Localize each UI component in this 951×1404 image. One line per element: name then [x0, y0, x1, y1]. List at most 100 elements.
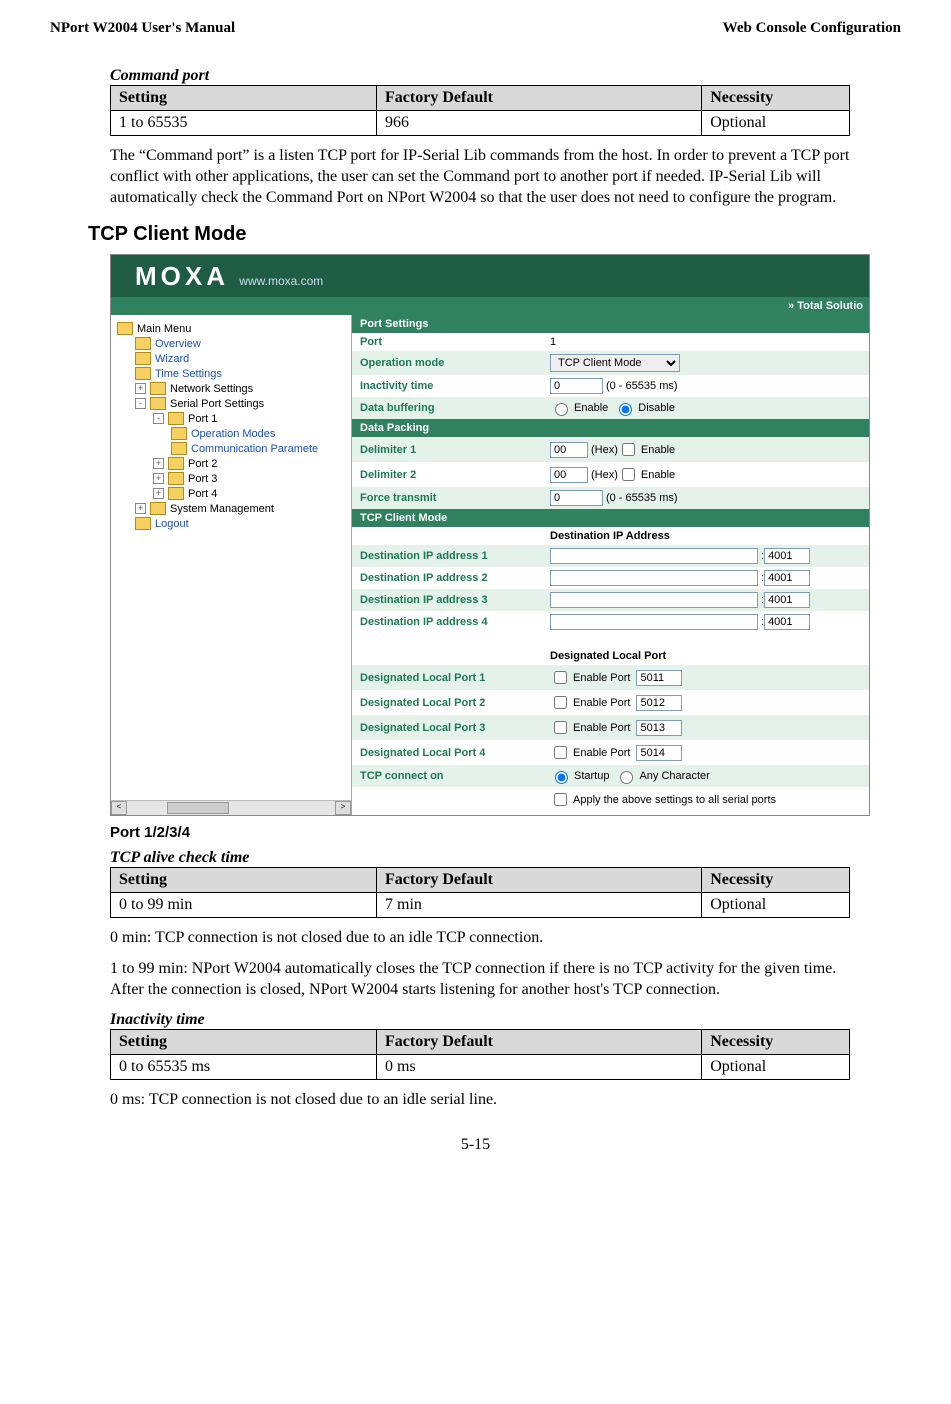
tree-overview[interactable]: Overview [135, 336, 347, 351]
dest-ip-3-row: Destination IP address 3: [352, 589, 869, 611]
header-right: Web Console Configuration [723, 20, 901, 37]
delimiter2-enable[interactable]: Enable [618, 465, 675, 484]
delimiter2-row: Delimiter 2 (Hex) Enable [352, 462, 869, 487]
local-port-1-enable[interactable]: Enable Port [550, 668, 630, 687]
dest-ip-3-input[interactable] [550, 592, 758, 608]
expand-icon[interactable]: + [153, 488, 164, 499]
cmdport-default: 966 [377, 111, 702, 136]
inact-th-default: Factory Default [377, 1029, 702, 1054]
local-port-1-input[interactable] [636, 670, 682, 686]
tree-scrollbar[interactable]: < > [111, 800, 351, 815]
operation-mode-select[interactable]: TCP Client Mode [550, 354, 680, 372]
local-port-3-input[interactable] [636, 720, 682, 736]
inact-th-necessity: Necessity [702, 1029, 850, 1054]
folder-icon [150, 397, 166, 410]
enable-radio[interactable]: Enable [550, 400, 608, 416]
scroll-right-icon[interactable]: > [335, 801, 351, 815]
local-port-4-input[interactable] [636, 745, 682, 761]
apply-all-checkbox[interactable]: Apply the above settings to all serial p… [550, 790, 776, 809]
dest-ip-1-input[interactable] [550, 548, 758, 564]
inact-default: 0 ms [377, 1054, 702, 1079]
page-number: 5-15 [50, 1136, 901, 1154]
dest-ip-2-row: Destination IP address 2: [352, 567, 869, 589]
tree-port4[interactable]: +Port 4 [153, 486, 347, 501]
folder-icon [168, 487, 184, 500]
local-port-4-row: Designated Local Port 4Enable Port [352, 740, 869, 765]
dest-port-4-input[interactable] [764, 614, 810, 630]
tree-operation-modes[interactable]: Operation Modes [171, 426, 347, 441]
collapse-icon[interactable]: - [135, 398, 146, 409]
expand-icon[interactable]: + [153, 458, 164, 469]
local-port-2-input[interactable] [636, 695, 682, 711]
dest-ip-2-input[interactable] [550, 570, 758, 586]
anychar-radio[interactable]: Any Character [615, 768, 709, 784]
cmdport-th-default: Factory Default [377, 86, 702, 111]
tcp-client-mode-header: TCP Client Mode [352, 509, 869, 527]
alive-text-1: 0 min: TCP connection is not closed due … [110, 928, 851, 949]
alive-necessity: Optional [702, 893, 850, 918]
inactivity-table: Setting Factory Default Necessity 0 to 6… [110, 1029, 850, 1080]
local-port-header-row: Designated Local Port [352, 647, 869, 665]
expand-icon[interactable]: + [135, 383, 146, 394]
alive-th-default: Factory Default [377, 868, 702, 893]
disable-radio[interactable]: Disable [614, 400, 675, 416]
cmdport-th-setting: Setting [111, 86, 377, 111]
alive-setting: 0 to 99 min [111, 893, 377, 918]
tree-main-menu[interactable]: Main Menu [117, 321, 347, 336]
dest-port-2-input[interactable] [764, 570, 810, 586]
cmdport-setting: 1 to 65535 [111, 111, 377, 136]
tree-serial-port-settings[interactable]: -Serial Port Settings [135, 396, 347, 411]
tree-network-settings[interactable]: +Network Settings [135, 381, 347, 396]
dest-port-3-input[interactable] [764, 592, 810, 608]
dest-ip-1-row: Destination IP address 1: [352, 545, 869, 567]
force-transmit-row: Force transmit (0 - 65535 ms) [352, 487, 869, 509]
scroll-thumb[interactable] [167, 802, 229, 814]
dest-ip-4-input[interactable] [550, 614, 758, 630]
tcp-alive-table: Setting Factory Default Necessity 0 to 9… [110, 867, 850, 918]
tree-wizard[interactable]: Wizard [135, 351, 347, 366]
inactivity-input[interactable] [550, 378, 603, 394]
moxa-logo: MOXA www.moxa.com [111, 255, 869, 292]
local-port-2-enable[interactable]: Enable Port [550, 693, 630, 712]
tree-port2[interactable]: +Port 2 [153, 456, 347, 471]
force-transmit-input[interactable] [550, 490, 603, 506]
expand-icon[interactable]: + [153, 473, 164, 484]
command-port-table: Setting Factory Default Necessity 1 to 6… [110, 85, 850, 136]
dest-port-1-input[interactable] [764, 548, 810, 564]
tree-comm-parameters[interactable]: Communication Paramete [171, 441, 347, 456]
inactivity-text: 0 ms: TCP connection is not closed due t… [110, 1090, 851, 1111]
startup-radio[interactable]: Startup [550, 768, 609, 784]
apply-all-row: Apply the above settings to all serial p… [352, 787, 869, 812]
dest-ip-4-row: Destination IP address 4: [352, 611, 869, 633]
alive-text-2: 1 to 99 min: NPort W2004 automatically c… [110, 959, 851, 1001]
tree-port1[interactable]: -Port 1 [153, 411, 347, 426]
tcp-client-mode-title: TCP Client Mode [88, 223, 901, 246]
expand-icon[interactable]: + [135, 503, 146, 514]
tree-time-settings[interactable]: Time Settings [135, 366, 347, 381]
delimiter2-input[interactable] [550, 467, 588, 483]
config-panel: Port Settings Port1 Operation mode TCP C… [352, 315, 869, 815]
local-port-3-row: Designated Local Port 3Enable Port [352, 715, 869, 740]
data-packing-header: Data Packing [352, 419, 869, 437]
delimiter1-input[interactable] [550, 442, 588, 458]
tree-logout[interactable]: Logout [135, 516, 347, 531]
folder-icon [135, 517, 151, 530]
local-port-3-enable[interactable]: Enable Port [550, 718, 630, 737]
delimiter1-enable[interactable]: Enable [618, 440, 675, 459]
page-header: NPort W2004 User's Manual Web Console Co… [50, 20, 901, 37]
local-port-2-row: Designated Local Port 2Enable Port [352, 690, 869, 715]
tree-system-management[interactable]: +System Management [135, 501, 347, 516]
collapse-icon[interactable]: - [153, 413, 164, 424]
tree-port3[interactable]: +Port 3 [153, 471, 347, 486]
header-left: NPort W2004 User's Manual [50, 20, 235, 37]
web-console-screenshot: MOXA www.moxa.com » Total Solutio Main M… [110, 254, 870, 816]
operation-mode-row: Operation mode TCP Client Mode [352, 351, 869, 375]
cmdport-necessity: Optional [702, 111, 850, 136]
dest-ip-header-row: Destination IP Address [352, 527, 869, 545]
folder-icon [117, 322, 133, 335]
folder-icon [171, 427, 187, 440]
scroll-left-icon[interactable]: < [111, 801, 127, 815]
local-port-4-enable[interactable]: Enable Port [550, 743, 630, 762]
local-port-1-row: Designated Local Port 1Enable Port [352, 665, 869, 690]
inact-setting: 0 to 65535 ms [111, 1054, 377, 1079]
